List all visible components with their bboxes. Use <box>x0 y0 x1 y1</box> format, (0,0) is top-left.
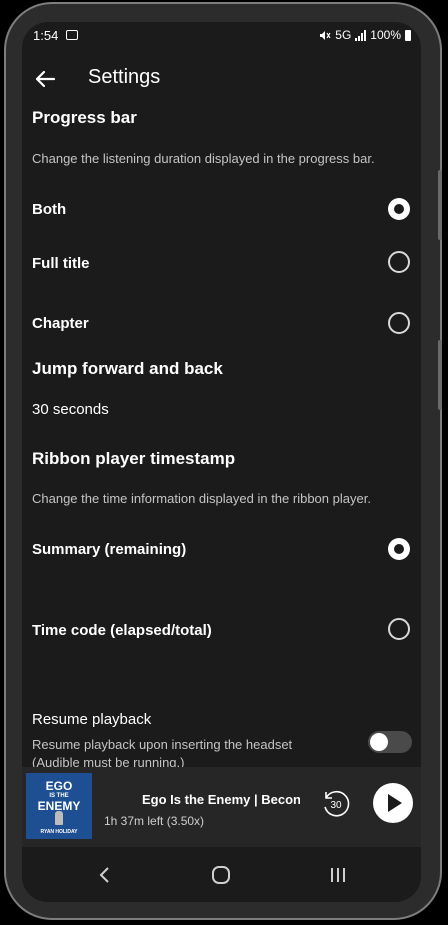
cover-line1: EGO <box>45 779 73 793</box>
option-full-title-label[interactable]: Full title <box>32 255 90 272</box>
recents-icon[interactable] <box>328 865 348 885</box>
mute-icon <box>320 30 331 40</box>
chevron-left-icon[interactable] <box>95 865 115 885</box>
radio-both[interactable] <box>388 198 410 220</box>
status-time: 1:54 <box>33 28 59 43</box>
status-right: 5G 100% <box>319 28 411 42</box>
option-summary-label[interactable]: Summary (remaining) <box>32 541 186 558</box>
replay-30-icon[interactable]: 30 <box>320 788 352 820</box>
progress-bar-section-title: Progress bar <box>32 108 137 127</box>
resume-description-line1: Resume playback upon inserting the heads… <box>32 737 293 752</box>
app-bar: Settings <box>22 62 421 102</box>
radio-full-title[interactable] <box>388 251 410 273</box>
radio-time-code[interactable] <box>388 618 410 640</box>
volume-button <box>438 170 442 240</box>
page-title: Settings <box>88 66 161 88</box>
toggle-knob <box>370 733 388 751</box>
mini-player[interactable]: EGO IS THE ENEMY RYAN HOLIDAY Ego Is the… <box>22 767 421 847</box>
battery-label: 100% <box>370 28 401 42</box>
book-cover[interactable]: EGO IS THE ENEMY RYAN HOLIDAY <box>26 773 92 839</box>
signal-icon <box>355 29 367 41</box>
resume-title: Resume playback <box>32 711 152 728</box>
resume-toggle[interactable] <box>368 731 412 753</box>
arrow-left-icon[interactable] <box>32 66 58 92</box>
option-time-code-label[interactable]: Time code (elapsed/total) <box>32 622 212 639</box>
ribbon-section-title: Ribbon player timestamp <box>32 449 236 468</box>
player-title[interactable]: Ego Is the Enemy | Becon <box>142 792 300 807</box>
navigation-bar <box>22 847 421 902</box>
status-bar: 1:54 5G 100% <box>22 22 421 50</box>
radio-chapter[interactable] <box>388 312 410 334</box>
cover-author: RYAN HOLIDAY <box>40 829 78 835</box>
network-label: 5G <box>335 28 352 42</box>
cover-figure <box>55 811 63 825</box>
jump-value[interactable]: 30 seconds <box>32 401 109 418</box>
play-button[interactable] <box>373 783 413 823</box>
skip-label: 30 <box>330 800 342 811</box>
player-subtitle: 1h 37m left (3.50x) <box>104 814 205 828</box>
option-chapter-label[interactable]: Chapter <box>32 315 89 332</box>
jump-section-title[interactable]: Jump forward and back <box>32 359 223 379</box>
home-icon[interactable] <box>211 865 231 885</box>
screen: 1:54 5G 100% Settings Progress bar Chang… <box>22 22 421 902</box>
power-button <box>438 340 442 410</box>
ribbon-description: Change the time information displayed in… <box>32 491 371 506</box>
image-notification-icon <box>66 30 78 40</box>
option-both-label[interactable]: Both <box>32 201 66 218</box>
radio-summary[interactable] <box>388 538 410 560</box>
battery-icon <box>405 29 411 41</box>
progress-bar-description: Change the listening duration displayed … <box>32 151 375 166</box>
play-icon <box>388 794 402 812</box>
